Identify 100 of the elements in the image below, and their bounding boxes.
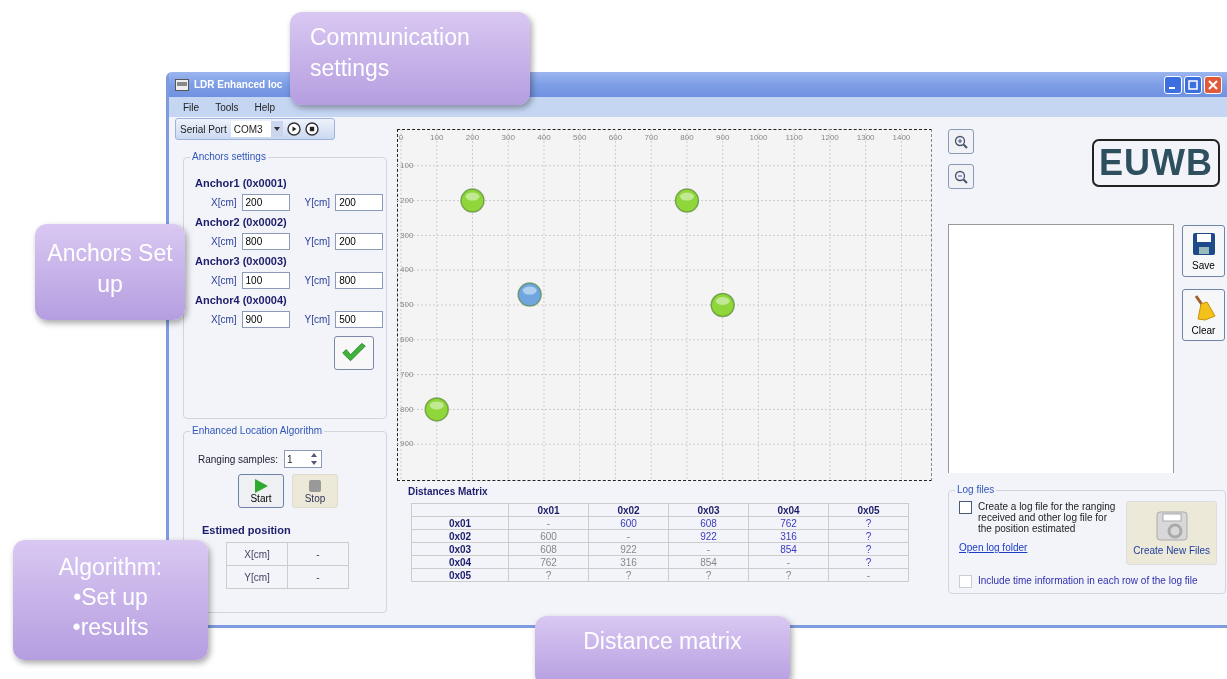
menu-item[interactable]: Help <box>254 101 276 113</box>
tick-label: 400 <box>537 133 551 142</box>
serial-port-label: Serial Port <box>180 123 227 135</box>
row-header: 0x04 <box>411 555 509 569</box>
matrix-title: Distances Matrix <box>408 486 489 497</box>
field-label: X[cm] <box>211 275 237 286</box>
tick-label: 300 <box>400 230 414 240</box>
tick-label: 800 <box>400 404 414 414</box>
table-cell: ? <box>588 568 669 582</box>
log-button[interactable]: Clear <box>1182 289 1225 341</box>
samples-label: Ranging samples: <box>198 453 279 465</box>
create-files-button[interactable]: Create New Files <box>1126 501 1217 565</box>
table-cell: - <box>508 516 589 530</box>
table-cell: ? <box>828 516 909 530</box>
column-header: 0x03 <box>668 503 749 517</box>
checkmark-icon <box>341 341 367 365</box>
play-icon[interactable] <box>286 122 301 136</box>
tick-label: 100 <box>400 160 414 170</box>
table-cell: - <box>588 529 669 543</box>
anchor-heading: Anchor4 (0x0004) <box>195 294 288 306</box>
table-cell: - <box>287 542 349 566</box>
table-cell: 316 <box>748 529 829 543</box>
apply-button[interactable] <box>334 336 374 370</box>
y-field[interactable]: 200 <box>335 233 384 250</box>
tick-label: 1400 <box>892 133 911 142</box>
table-cell: 600 <box>508 529 589 543</box>
field-label: X[cm] <box>211 314 237 325</box>
callout: Anchors Set up <box>35 224 185 320</box>
menu-item[interactable]: File <box>183 101 200 113</box>
y-field[interactable]: 500 <box>335 311 384 328</box>
checkbox[interactable] <box>959 501 972 514</box>
close-button[interactable] <box>1204 75 1222 94</box>
table-cell: - <box>668 542 749 556</box>
zoom-out-button[interactable] <box>948 164 974 189</box>
run-button[interactable]: Start <box>238 474 284 508</box>
x-field[interactable]: 800 <box>241 233 290 250</box>
tick-label: 200 <box>465 133 480 142</box>
maximize-icon <box>1188 79 1198 90</box>
table-cell: 854 <box>748 542 829 556</box>
tick-label: 1100 <box>785 133 803 142</box>
stop-icon <box>308 478 322 493</box>
tick-label: 200 <box>400 195 414 205</box>
field-label: Y[cm] <box>304 275 331 286</box>
stop-icon[interactable] <box>304 122 319 136</box>
table-cell: 922 <box>588 542 669 556</box>
tick-label: 1000 <box>749 133 768 142</box>
section-title: Estimed position <box>202 524 292 536</box>
tick-label: 0 <box>398 133 404 142</box>
table-cell: X[cm] <box>226 542 288 566</box>
window-title: LDR Enhanced loc <box>194 79 283 90</box>
tick-label: 1300 <box>856 133 875 142</box>
table-cell: - <box>287 565 349 589</box>
tick-label: 400 <box>400 265 414 275</box>
tick-label: 600 <box>400 334 414 344</box>
checkbox-label: Create a log file for the ranging received and other log file for the position estimated <box>978 501 1117 534</box>
group-title: Enhanced Location Algorithm <box>190 425 325 436</box>
log-button[interactable]: Save <box>1182 225 1225 277</box>
samples-spinner[interactable]: 1 <box>284 450 323 468</box>
minimize-button[interactable] <box>1164 75 1182 94</box>
table-cell: - <box>748 555 829 569</box>
table-cell: 608 <box>668 516 749 530</box>
tick-label: 900 <box>400 439 414 449</box>
y-field[interactable]: 200 <box>335 194 384 211</box>
port-dropdown[interactable]: COM3 <box>230 121 283 137</box>
menu-item[interactable]: Tools <box>215 101 239 113</box>
zoom-in-button[interactable] <box>948 129 974 154</box>
zoom-out-icon <box>954 169 968 184</box>
field-label: X[cm] <box>211 236 237 247</box>
table-cell: 608 <box>508 542 589 556</box>
row-header: 0x03 <box>411 542 509 556</box>
table-cell: Y[cm] <box>226 565 288 589</box>
table-cell: 854 <box>668 555 749 569</box>
x-field[interactable]: 100 <box>241 272 290 289</box>
tick-label: 100 <box>430 133 444 142</box>
zoom-in-icon <box>954 134 968 149</box>
tick-label: 800 <box>680 133 694 142</box>
maximize-button[interactable] <box>1184 75 1202 94</box>
anchor-heading: Anchor2 (0x0002) <box>195 216 288 228</box>
play-icon <box>254 478 268 493</box>
table-cell: ? <box>828 529 909 543</box>
table-cell: 762 <box>508 555 589 569</box>
row-header: 0x02 <box>411 529 509 543</box>
tick-label: 900 <box>716 133 730 142</box>
field-label: Y[cm] <box>304 236 331 247</box>
callout: Communication settings <box>290 12 530 105</box>
group-title: Log files <box>955 484 997 495</box>
tick-label: 500 <box>573 133 587 142</box>
table-cell: 316 <box>588 555 669 569</box>
app-icon <box>175 78 189 91</box>
x-field[interactable]: 200 <box>241 194 290 211</box>
column-header: 0x01 <box>508 503 589 517</box>
column-header: 0x02 <box>588 503 669 517</box>
x-field[interactable]: 900 <box>241 311 290 328</box>
y-field[interactable]: 800 <box>335 272 384 289</box>
callout: Algorithm: •Set up •results <box>13 540 208 660</box>
open-folder-link[interactable]: Open log folder <box>959 542 1028 553</box>
field-label: Y[cm] <box>304 314 331 325</box>
field-label: X[cm] <box>211 197 237 208</box>
row-header: 0x05 <box>411 568 509 582</box>
table-cell: 600 <box>588 516 669 530</box>
